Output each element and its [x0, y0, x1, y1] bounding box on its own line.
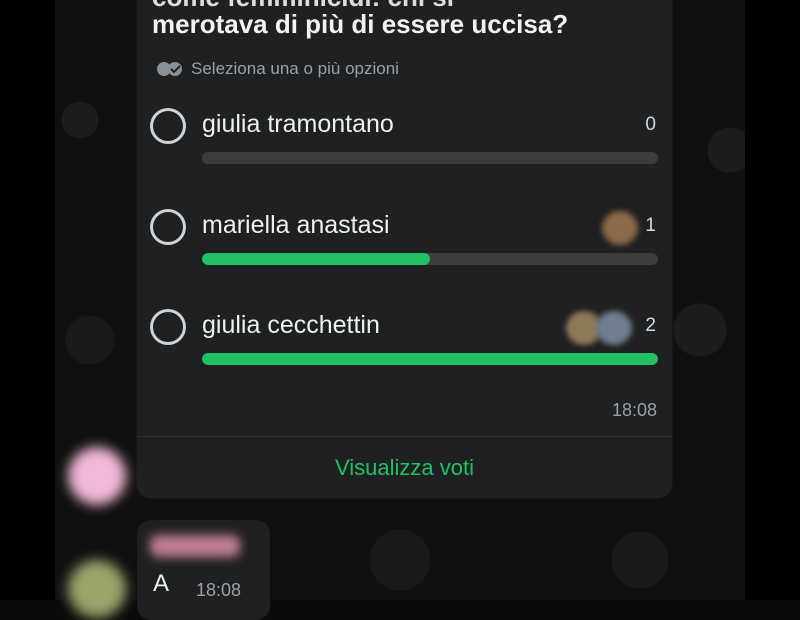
- view-votes-button[interactable]: Visualizza voti: [137, 448, 672, 488]
- option-progress-track: [202, 253, 658, 265]
- poll-option-2[interactable]: mariella anastasi 1: [150, 209, 660, 289]
- right-edge: [745, 0, 800, 600]
- double-check-icon: [157, 62, 182, 76]
- option-progress-fill: [202, 353, 658, 365]
- option-radio[interactable]: [150, 309, 186, 345]
- sender-avatar[interactable]: [68, 447, 126, 505]
- poll-timestamp: 18:08: [611, 400, 657, 420]
- option-progress-track: [202, 353, 658, 365]
- option-vote-count: 1: [645, 215, 656, 236]
- poll-divider: [137, 436, 672, 437]
- left-edge: [0, 0, 55, 600]
- option-label: mariella anastasi: [202, 211, 390, 239]
- voter-avatar: [596, 311, 632, 345]
- poll-option-1[interactable]: giulia tramontano 0: [150, 108, 660, 188]
- poll-option-3[interactable]: giulia cecchettin 2: [150, 309, 660, 389]
- message-text: A: [153, 570, 170, 597]
- option-radio[interactable]: [150, 108, 186, 144]
- poll-question-line2: merotava di più di essere uccisa?: [152, 9, 569, 39]
- option-label: giulia cecchettin: [202, 311, 380, 339]
- option-label: giulia tramontano: [202, 110, 394, 138]
- option-progress-track: [202, 152, 658, 164]
- option-radio[interactable]: [150, 209, 186, 245]
- option-vote-count: 2: [645, 315, 656, 336]
- sender-avatar[interactable]: [68, 560, 126, 618]
- poll-hint-text: Seleziona una o più opzioni: [191, 59, 399, 78]
- poll-hint: Seleziona una o più opzioni: [155, 58, 399, 80]
- option-vote-count: 0: [645, 114, 656, 135]
- voter-avatar: [602, 211, 638, 245]
- sender-name-redacted: [150, 535, 240, 557]
- message-timestamp: 18:08: [196, 580, 242, 600]
- option-progress-fill: [202, 253, 430, 265]
